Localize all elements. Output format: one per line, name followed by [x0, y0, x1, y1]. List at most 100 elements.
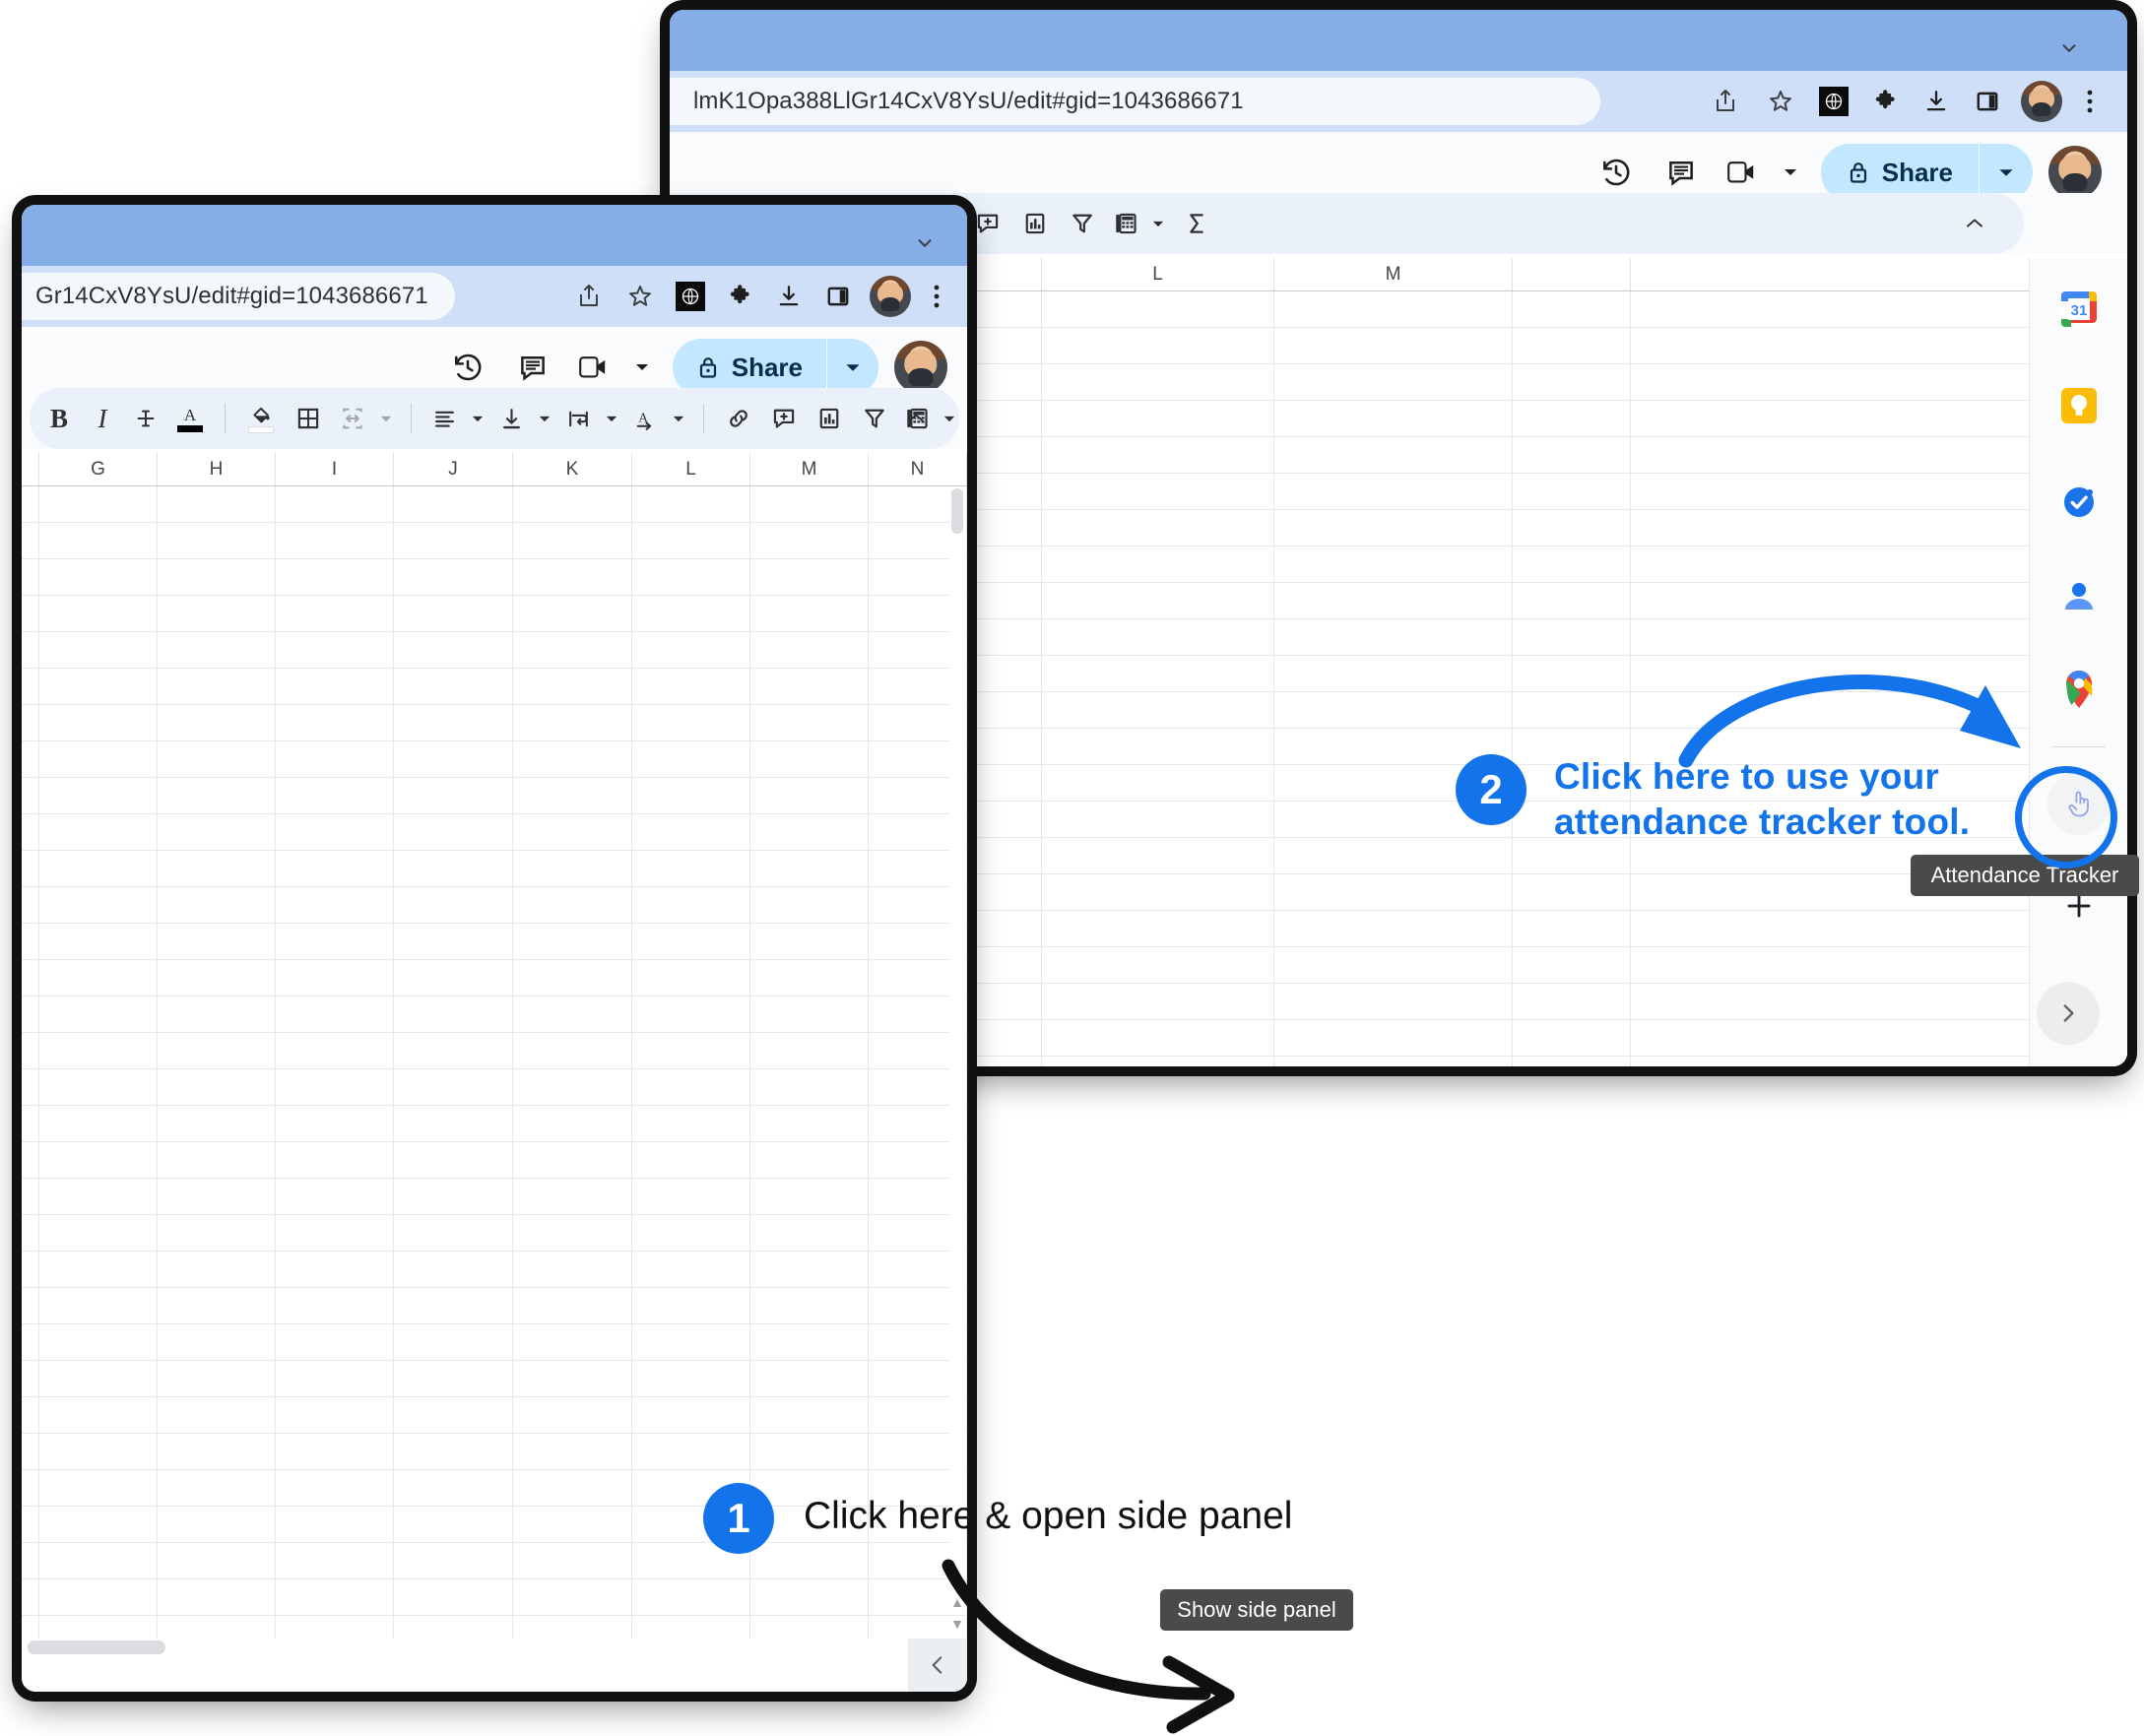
grid-cell[interactable] — [39, 1434, 158, 1469]
grid-cell[interactable] — [1042, 947, 1274, 983]
grid-cell[interactable] — [158, 887, 276, 923]
grid-cell[interactable] — [1274, 656, 1513, 691]
grid-cell[interactable] — [1274, 547, 1513, 582]
sum-sigma-icon[interactable] — [1171, 201, 1222, 246]
grid-cell[interactable] — [22, 596, 39, 631]
column-header[interactable]: H — [158, 453, 276, 485]
grid-cell[interactable] — [39, 486, 158, 522]
grid-cell[interactable] — [276, 1543, 394, 1578]
grid-cell[interactable] — [1513, 547, 1631, 582]
grid-cell[interactable] — [22, 814, 39, 850]
grid-row[interactable] — [22, 1106, 967, 1142]
insert-comment-icon[interactable] — [761, 396, 807, 441]
profile-avatar[interactable] — [863, 269, 918, 324]
grid-cell[interactable] — [276, 1470, 394, 1506]
grid-cell[interactable] — [22, 486, 39, 522]
create-filter-icon[interactable] — [852, 396, 897, 441]
grid-cell[interactable] — [1513, 401, 1631, 436]
grid-cell[interactable] — [513, 632, 632, 668]
grid-cell[interactable] — [394, 1288, 513, 1323]
grid-cell[interactable] — [394, 887, 513, 923]
grid-row[interactable] — [22, 486, 967, 523]
column-header[interactable]: L — [1042, 258, 1274, 290]
grid-cell[interactable] — [750, 1142, 869, 1178]
grid-cell[interactable] — [1274, 692, 1513, 728]
fill-color-icon[interactable] — [237, 396, 285, 441]
grid-cell[interactable] — [22, 669, 39, 704]
back-window-omnibox-bar[interactable]: lmK1Opa388LlGr14CxV8YsU/edit#gid=1043686… — [670, 71, 2127, 132]
grid-row[interactable] — [22, 1142, 967, 1179]
grid-cell[interactable] — [394, 741, 513, 777]
grid-cell[interactable] — [276, 814, 394, 850]
grid-cell[interactable] — [39, 523, 158, 558]
grid-cell[interactable] — [158, 924, 276, 959]
grid-cell[interactable] — [1513, 692, 1631, 728]
grid-cell[interactable] — [632, 669, 750, 704]
grid-cell[interactable] — [276, 1288, 394, 1323]
grid-cell[interactable] — [750, 960, 869, 996]
grid-cell[interactable] — [22, 1324, 39, 1360]
grid-row[interactable] — [22, 669, 967, 705]
grid-cell[interactable] — [513, 486, 632, 522]
grid-cell[interactable] — [158, 1069, 276, 1105]
grid-cell[interactable] — [276, 960, 394, 996]
grid-cell[interactable] — [39, 1179, 158, 1214]
grid-cell[interactable] — [750, 741, 869, 777]
grid-cell[interactable] — [394, 559, 513, 595]
grid-cell[interactable] — [158, 997, 276, 1032]
grid-row[interactable] — [22, 632, 967, 669]
functions-table-caret-icon[interactable] — [937, 396, 962, 441]
column-header[interactable]: I — [276, 453, 394, 485]
grid-cell[interactable] — [158, 1361, 276, 1396]
grid-cell[interactable] — [750, 778, 869, 813]
grid-cell[interactable] — [158, 486, 276, 522]
functions-table-caret-icon[interactable] — [1145, 201, 1171, 246]
grid-cell[interactable] — [750, 1324, 869, 1360]
grid-cell[interactable] — [22, 1106, 39, 1141]
grid-cell[interactable] — [158, 1324, 276, 1360]
grid-cell[interactable] — [513, 778, 632, 813]
grid-cell[interactable] — [1274, 1057, 1513, 1066]
grid-cell[interactable] — [750, 1543, 869, 1578]
grid-cell[interactable] — [39, 632, 158, 668]
grid-cell[interactable] — [750, 632, 869, 668]
grid-cell[interactable] — [158, 669, 276, 704]
grid-cell[interactable] — [632, 1579, 750, 1615]
grid-cell[interactable] — [513, 1033, 632, 1068]
grid-cell[interactable] — [39, 669, 158, 704]
grid-cell[interactable] — [1274, 291, 1513, 327]
grid-cell[interactable] — [394, 1179, 513, 1214]
grid-cell[interactable] — [158, 1142, 276, 1178]
grid-cell[interactable] — [39, 1579, 158, 1615]
show-side-panel-button[interactable] — [908, 1639, 967, 1692]
grid-cell[interactable] — [158, 523, 276, 558]
grid-cell[interactable] — [1042, 911, 1274, 946]
grid-cell[interactable] — [22, 523, 39, 558]
grid-row[interactable] — [22, 778, 967, 814]
grid-cell[interactable] — [513, 1324, 632, 1360]
grid-cell[interactable] — [513, 1507, 632, 1542]
grid-cell[interactable] — [39, 1543, 158, 1578]
grid-cell[interactable] — [39, 814, 158, 850]
grid-cell[interactable] — [1513, 364, 1631, 400]
meet-camera-icon[interactable] — [1719, 145, 1768, 200]
comment-icon[interactable] — [1654, 145, 1709, 200]
grid-cell[interactable] — [1513, 1057, 1631, 1066]
meet-dropdown-caret-icon[interactable] — [629, 340, 655, 395]
grid-cell[interactable] — [632, 1106, 750, 1141]
grid-cell[interactable] — [1513, 1020, 1631, 1056]
grid-cell[interactable] — [394, 486, 513, 522]
front-horizontal-scrollbar[interactable] — [22, 1639, 947, 1656]
grid-cell[interactable] — [750, 1434, 869, 1469]
grid-cell[interactable] — [513, 1288, 632, 1323]
grid-cell[interactable] — [750, 523, 869, 558]
bookmark-star-icon[interactable] — [615, 269, 666, 324]
grid-cell[interactable] — [513, 596, 632, 631]
grid-cell[interactable] — [750, 1579, 869, 1615]
grid-cell[interactable] — [632, 705, 750, 740]
grid-cell[interactable] — [513, 669, 632, 704]
text-rotation-icon[interactable]: A — [624, 396, 666, 441]
grid-cell[interactable] — [39, 1288, 158, 1323]
collapse-toolbar-icon[interactable] — [1957, 193, 1992, 254]
grid-cell[interactable] — [513, 924, 632, 959]
